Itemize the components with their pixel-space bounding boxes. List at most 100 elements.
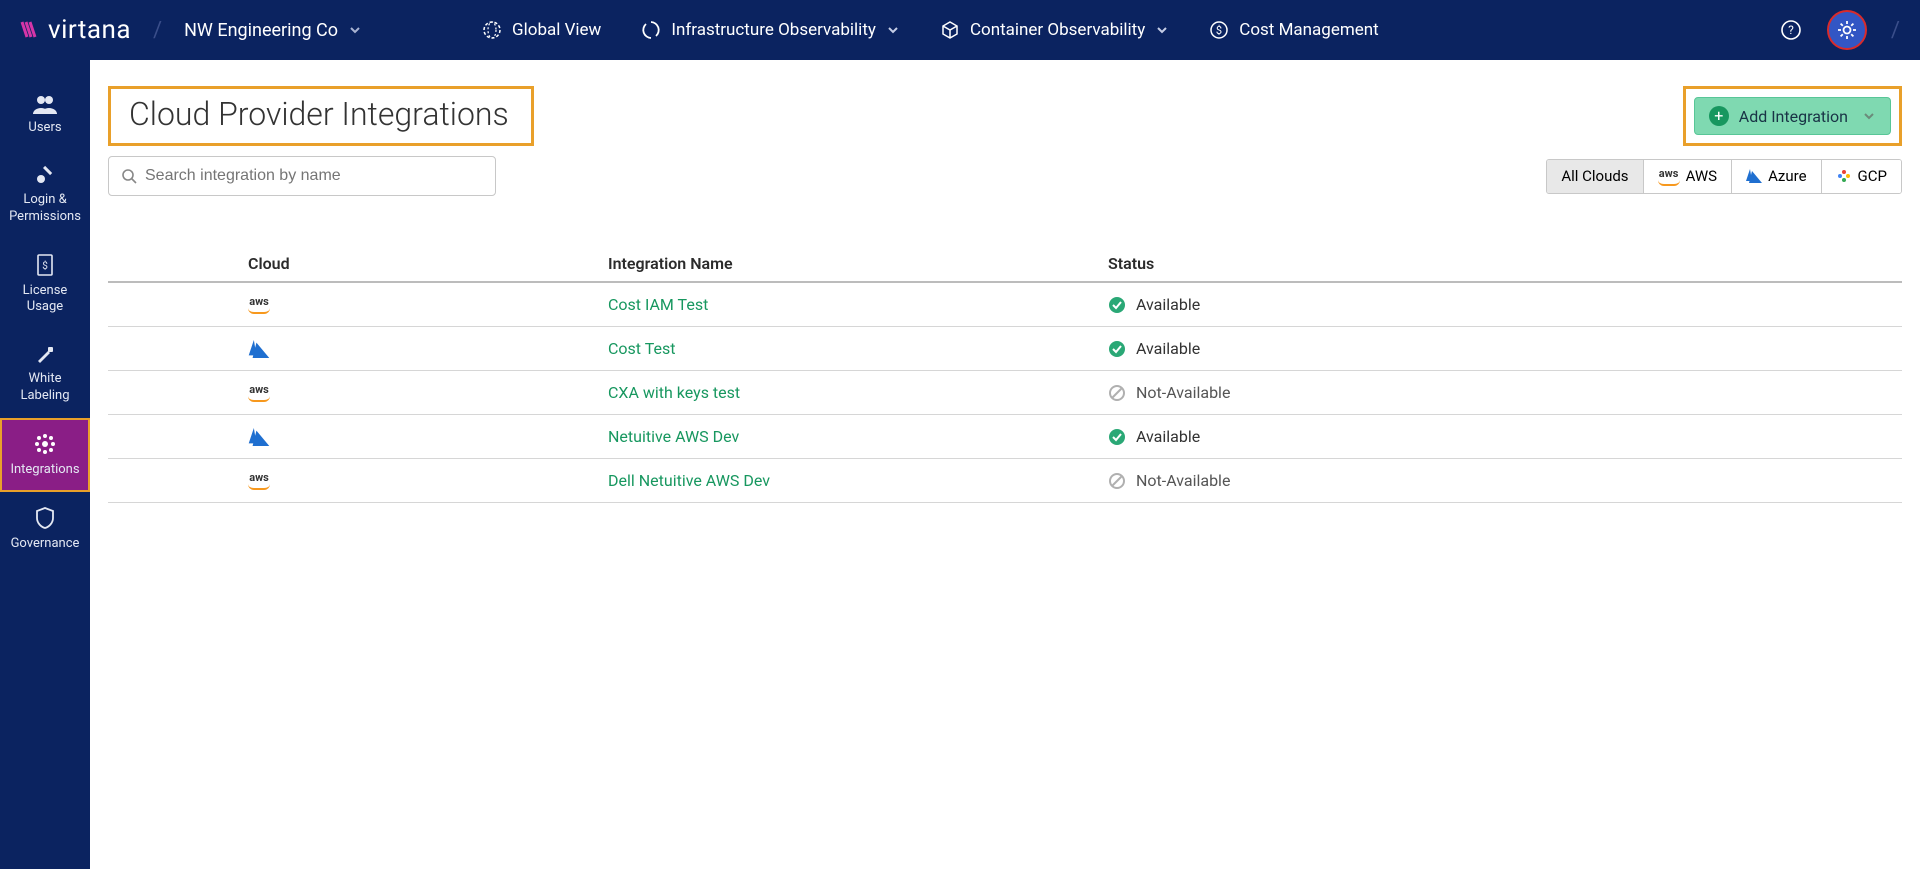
- cloud-filter: All Clouds aws AWS Azure GCP: [1546, 159, 1902, 194]
- nav-label: Cost Management: [1239, 20, 1378, 40]
- nav-global-view[interactable]: Global View: [482, 20, 601, 40]
- chevron-down-icon: [1862, 109, 1876, 123]
- nav-cost-management[interactable]: $ Cost Management: [1209, 20, 1378, 40]
- nav-infra-observability[interactable]: Infrastructure Observability: [641, 20, 900, 40]
- shield-icon: [35, 506, 55, 530]
- status-text: Available: [1136, 339, 1200, 358]
- filter-label: Azure: [1768, 167, 1806, 185]
- status-cell: Not-Available: [1108, 471, 1902, 490]
- status-text: Available: [1136, 427, 1200, 446]
- plus-circle-icon: +: [1709, 106, 1729, 126]
- topbar: virtana / NW Engineering Co Global View …: [0, 0, 1920, 60]
- not-available-icon: [1108, 472, 1126, 490]
- table-row: Cost Test Available: [108, 327, 1902, 371]
- filter-azure[interactable]: Azure: [1732, 160, 1821, 193]
- integration-link[interactable]: Netuitive AWS Dev: [608, 427, 1108, 446]
- integration-link[interactable]: CXA with keys test: [608, 383, 1108, 402]
- status-cell: Available: [1108, 339, 1902, 358]
- cloud-cell: aws: [248, 383, 608, 402]
- dollar-circle-icon: $: [1209, 20, 1229, 40]
- filter-label: AWS: [1686, 167, 1718, 185]
- status-text: Available: [1136, 295, 1200, 314]
- not-available-icon: [1108, 384, 1126, 402]
- help-icon: ?: [1780, 19, 1802, 41]
- brand-text: virtana: [48, 15, 131, 45]
- integration-link[interactable]: Cost IAM Test: [608, 295, 1108, 314]
- settings-button[interactable]: [1827, 10, 1867, 50]
- col-status[interactable]: Status: [1108, 254, 1902, 273]
- aws-icon: aws: [248, 383, 270, 402]
- chevron-down-icon: [1155, 23, 1169, 37]
- page-header: Cloud Provider Integrations + Add Integr…: [108, 86, 1902, 146]
- col-integration-name[interactable]: Integration Name: [608, 254, 1108, 273]
- integrations-icon: [33, 432, 57, 456]
- add-integration-highlight: + Add Integration: [1683, 86, 1902, 146]
- table-row: aws Cost IAM Test Available: [108, 283, 1902, 327]
- sidebar-item-login-permissions[interactable]: Login & Permissions: [0, 150, 90, 239]
- sidebar-label: Governance: [11, 536, 80, 552]
- license-icon: $: [35, 253, 55, 277]
- table-row: aws Dell Netuitive AWS Dev Not-Available: [108, 459, 1902, 503]
- aws-icon: aws: [248, 295, 270, 314]
- swirl-icon: [641, 20, 661, 40]
- cloud-cell: aws: [248, 471, 608, 490]
- add-button-label: Add Integration: [1739, 107, 1848, 126]
- status-cell: Not-Available: [1108, 383, 1902, 402]
- integrations-table: Cloud Integration Name Status aws Cost I…: [108, 246, 1902, 503]
- globe-icon: [482, 20, 502, 40]
- gear-icon: [1836, 19, 1858, 41]
- check-circle-icon: [1108, 428, 1126, 446]
- brush-icon: [34, 343, 56, 365]
- filter-label: All Clouds: [1561, 167, 1628, 185]
- aws-icon: aws: [248, 471, 270, 490]
- sidebar-item-users[interactable]: Users: [0, 80, 90, 150]
- divider: /: [153, 18, 162, 43]
- key-icon: [34, 164, 56, 186]
- cloud-cell: [248, 340, 608, 358]
- page-title-highlight: Cloud Provider Integrations: [108, 86, 534, 146]
- gcp-icon: [1836, 168, 1852, 184]
- check-circle-icon: [1108, 340, 1126, 358]
- azure-icon: [1746, 169, 1762, 183]
- topbar-right: ? /: [1773, 10, 1900, 50]
- divider: /: [1891, 18, 1900, 43]
- sidebar-item-license-usage[interactable]: $ License Usage: [0, 239, 90, 330]
- table-header: Cloud Integration Name Status: [108, 246, 1902, 283]
- sidebar-item-white-labeling[interactable]: White Labeling: [0, 329, 90, 418]
- cloud-cell: [248, 428, 608, 446]
- sidebar-label: Integrations: [10, 462, 79, 478]
- search-input-wrapper[interactable]: [108, 156, 496, 196]
- svg-text:$: $: [42, 259, 48, 272]
- table-row: Netuitive AWS Dev Available: [108, 415, 1902, 459]
- sidebar-item-integrations[interactable]: Integrations: [0, 418, 90, 492]
- add-integration-button[interactable]: + Add Integration: [1694, 97, 1891, 135]
- top-nav: Global View Infrastructure Observability…: [482, 20, 1379, 40]
- integration-search-input[interactable]: [145, 167, 483, 185]
- help-button[interactable]: ?: [1773, 12, 1809, 48]
- col-cloud[interactable]: Cloud: [248, 254, 608, 273]
- status-cell: Available: [1108, 295, 1902, 314]
- azure-icon: [248, 340, 270, 358]
- sidebar-label: White Labeling: [4, 371, 86, 404]
- chevron-down-icon: [886, 23, 900, 37]
- azure-icon: [248, 428, 270, 446]
- integration-link[interactable]: Dell Netuitive AWS Dev: [608, 471, 1108, 490]
- brand-logo[interactable]: virtana: [20, 15, 131, 45]
- org-selector[interactable]: NW Engineering Co: [184, 20, 362, 41]
- filter-aws[interactable]: aws AWS: [1644, 160, 1733, 193]
- nav-label: Container Observability: [970, 20, 1145, 40]
- nav-label: Infrastructure Observability: [671, 20, 876, 40]
- status-text: Not-Available: [1136, 383, 1230, 402]
- status-text: Not-Available: [1136, 471, 1230, 490]
- cloud-cell: aws: [248, 295, 608, 314]
- status-cell: Available: [1108, 427, 1902, 446]
- main-content: Cloud Provider Integrations + Add Integr…: [90, 60, 1920, 869]
- check-circle-icon: [1108, 296, 1126, 314]
- filter-label: GCP: [1858, 167, 1887, 185]
- integration-link[interactable]: Cost Test: [608, 339, 1108, 358]
- filter-gcp[interactable]: GCP: [1822, 160, 1901, 193]
- nav-container-observability[interactable]: Container Observability: [940, 20, 1169, 40]
- page-title: Cloud Provider Integrations: [129, 95, 509, 133]
- sidebar-item-governance[interactable]: Governance: [0, 492, 90, 566]
- filter-all-clouds[interactable]: All Clouds: [1547, 160, 1643, 193]
